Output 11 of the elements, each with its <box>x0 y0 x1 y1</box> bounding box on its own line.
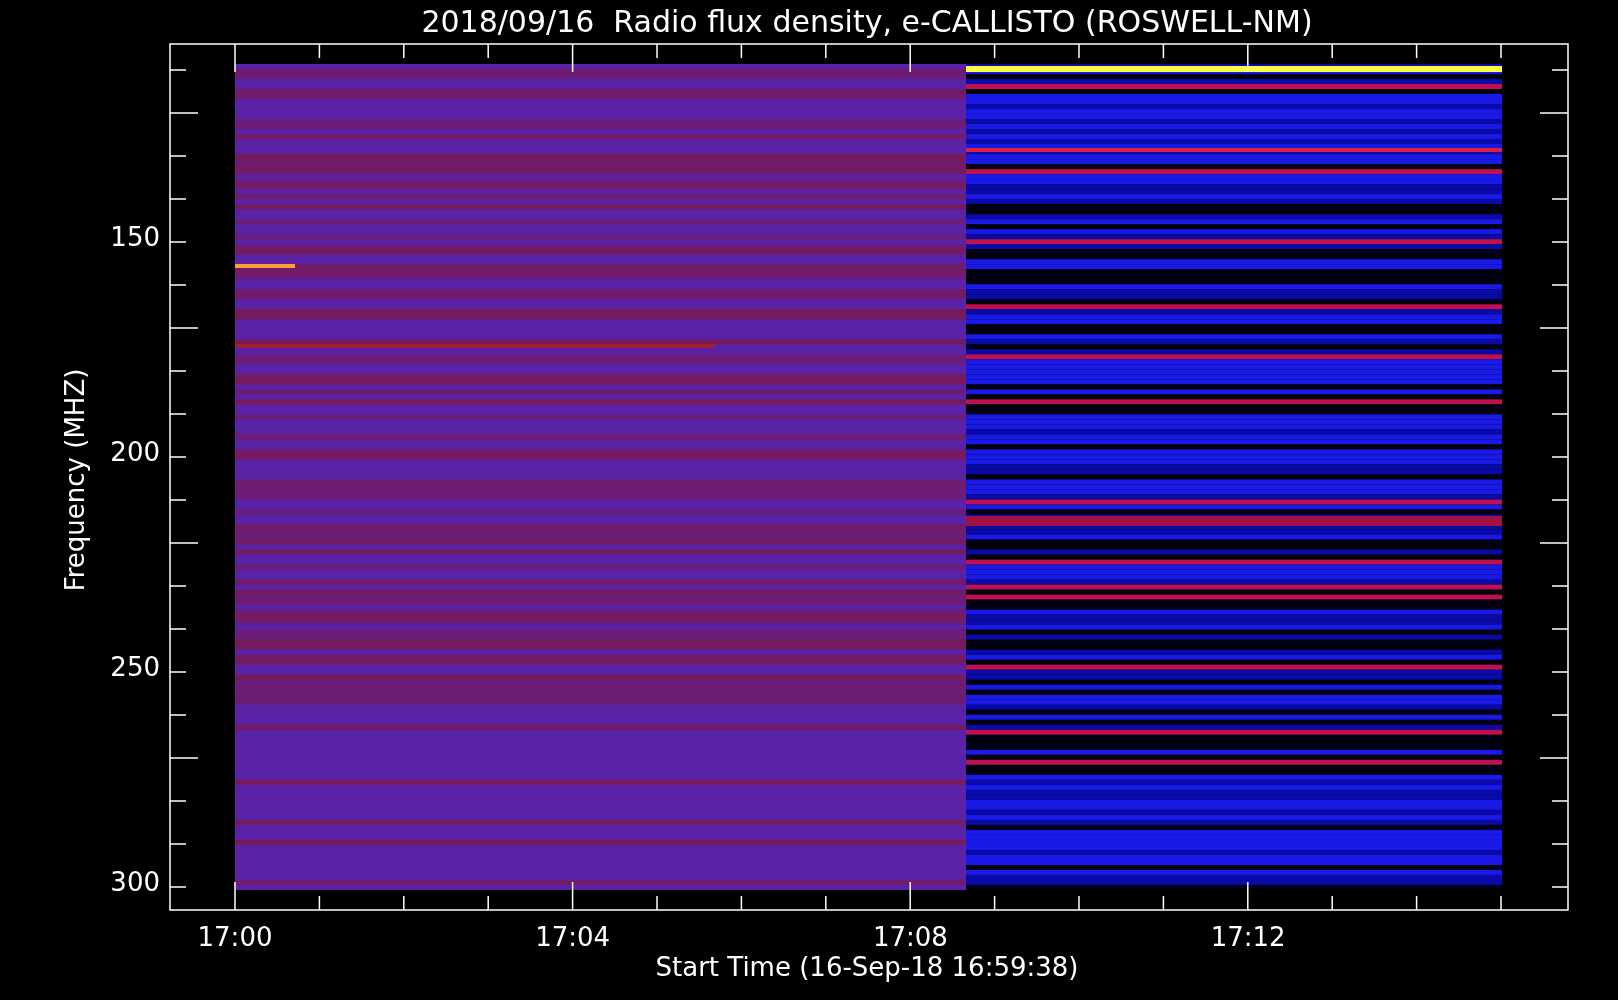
x-tick-label: 17:00 <box>197 922 273 952</box>
x-tick-label: 17:12 <box>1210 922 1286 952</box>
chart-title: 2018/09/16 Radio flux density, e-CALLISTO (ROSWELL-NM) <box>421 4 1313 39</box>
x-tick-label: 17:04 <box>535 922 611 952</box>
y-axis-label: Frequency (MHZ) <box>60 368 90 592</box>
y-tick-label: 150 <box>110 222 160 252</box>
y-tick-label: 200 <box>110 437 160 467</box>
y-tick-label: 250 <box>110 652 160 682</box>
x-tick-label: 17:08 <box>872 922 948 952</box>
y-tick-label: 300 <box>110 867 160 897</box>
x-axis-label: Start Time (16-Sep-18 16:59:38) <box>655 952 1079 982</box>
